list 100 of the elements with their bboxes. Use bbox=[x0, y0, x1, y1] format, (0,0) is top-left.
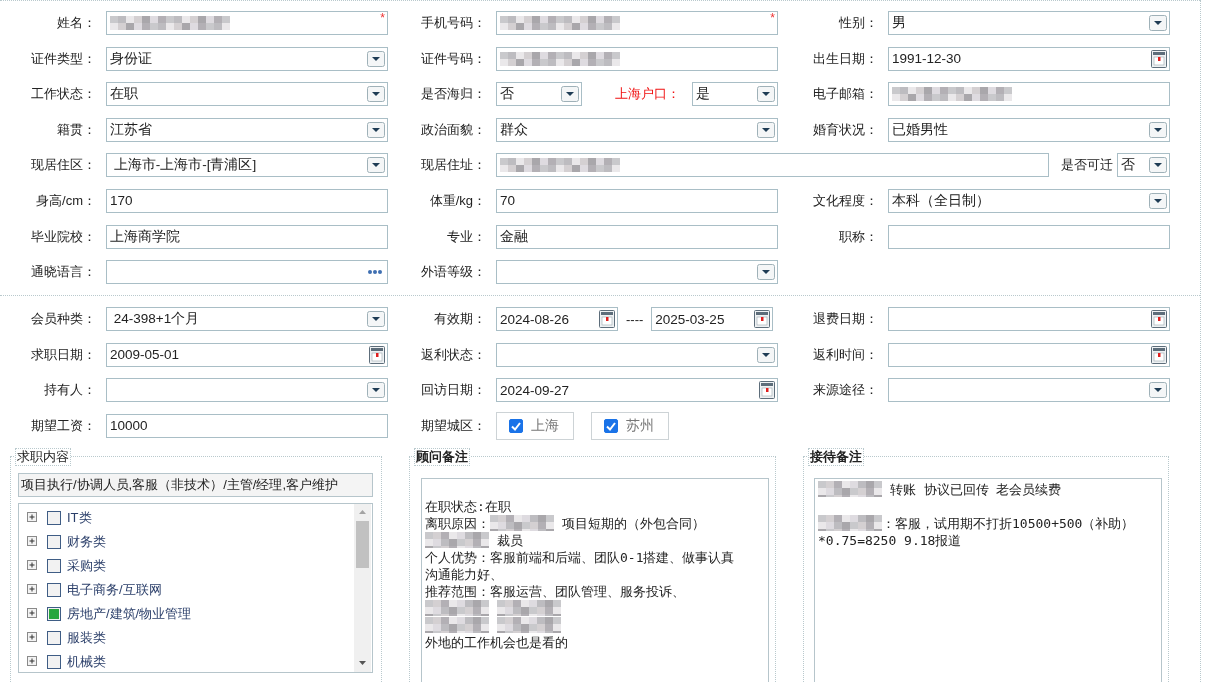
tree-item[interactable]: 财务类 bbox=[67, 532, 106, 551]
text-field[interactable]: * bbox=[496, 11, 778, 35]
panel-title: 顾问备注 bbox=[414, 447, 470, 466]
select-field[interactable]: 男 bbox=[888, 11, 1170, 35]
select-field[interactable]: 在职 bbox=[106, 82, 388, 107]
text-field[interactable] bbox=[888, 82, 1170, 107]
text-field[interactable]: 上海商学院 bbox=[106, 224, 388, 249]
field-label: 来源途径： bbox=[812, 381, 878, 400]
note-text: 沟通能力好、 bbox=[425, 565, 503, 583]
tree-checkbox[interactable] bbox=[47, 630, 61, 645]
calendar-icon bbox=[754, 310, 771, 329]
select-field[interactable] bbox=[496, 342, 778, 367]
tree-item[interactable]: 服装类 bbox=[67, 628, 106, 647]
notes-textarea[interactable]: 转账 协议已回传 老会员续费 ：客服，试用期不打折10500+500（补助） *0.75=8250 9.18报道 bbox=[814, 477, 1162, 682]
select-field[interactable]: 群众 bbox=[496, 117, 778, 142]
date-field[interactable]: 2024-09-27 bbox=[496, 378, 778, 403]
tree-item[interactable]: 电子商务/互联网 bbox=[67, 580, 162, 599]
field-label: 出生日期： bbox=[812, 49, 878, 68]
select-field[interactable] bbox=[888, 378, 1170, 403]
calendar-icon bbox=[759, 381, 775, 400]
note-text: ：客服，试用期不打折10500+500（补助） bbox=[882, 514, 1135, 532]
expand-icon[interactable] bbox=[27, 511, 39, 524]
note-text: 个人优势：客服前端和后端、团队0-1搭建、做事认真 bbox=[425, 548, 735, 566]
select-field[interactable]: 否 bbox=[496, 82, 582, 107]
field-label: 籍贯： bbox=[56, 120, 96, 139]
expand-icon[interactable] bbox=[27, 535, 39, 548]
tree-checkbox[interactable] bbox=[47, 510, 61, 525]
text-field[interactable] bbox=[888, 224, 1170, 249]
field-label: 工作状态： bbox=[30, 85, 96, 104]
date-field[interactable]: 1991-12-30 bbox=[888, 46, 1170, 71]
field-label: 专业： bbox=[446, 227, 486, 246]
field-label: 文化程度： bbox=[812, 191, 878, 210]
select-field[interactable]: 是 bbox=[692, 82, 778, 107]
panel-title: 求职内容 bbox=[15, 447, 71, 466]
city-checkbox[interactable]: 苏州 bbox=[591, 411, 669, 440]
select-field[interactable]: 已婚男性 bbox=[888, 117, 1170, 142]
tree-checkbox[interactable] bbox=[47, 582, 61, 597]
select-field[interactable]: 本科（全日制） bbox=[888, 188, 1170, 213]
required-mark: * bbox=[770, 12, 775, 24]
expand-icon[interactable] bbox=[27, 583, 39, 596]
text-field[interactable]: 170 bbox=[106, 188, 388, 213]
tree-checkbox[interactable] bbox=[47, 654, 61, 669]
tree-item[interactable]: 房地产/建筑/物业管理 bbox=[67, 604, 192, 623]
tree-item[interactable]: IT类 bbox=[67, 508, 92, 527]
field-label: 求职日期： bbox=[30, 345, 96, 364]
field-label: 会员种类： bbox=[30, 310, 96, 329]
note-text: 裁员 bbox=[495, 531, 523, 549]
field-label: 性别： bbox=[838, 14, 878, 32]
field-label: 电子邮箱： bbox=[812, 85, 878, 104]
calendar-icon bbox=[1151, 310, 1167, 329]
date-field[interactable]: 2025-03-25 bbox=[651, 307, 774, 332]
field-label: 政治面貌： bbox=[420, 120, 486, 139]
select-field[interactable]: 江苏省 bbox=[106, 117, 388, 142]
date-field[interactable] bbox=[888, 307, 1170, 332]
field-label: 毕业院校： bbox=[30, 227, 96, 246]
note-text: 项目短期的（外包合同） bbox=[560, 514, 705, 532]
select-field[interactable]: 否 bbox=[1117, 153, 1170, 178]
expand-icon[interactable] bbox=[27, 607, 39, 620]
note-text: 外地的工作机会也是看的 bbox=[425, 633, 568, 651]
notes-textarea[interactable]: 在职状态:在职 离职原因： 项目短期的（外包合同） 裁员 个人优势：客服前端和后端、团队0-1搭建、做事认真 沟通能力好、 推荐范围：客服运营、团队管理、服务投诉、 外地的工作机会也是看的 bbox=[421, 477, 769, 682]
text-field[interactable]: 10000 bbox=[106, 413, 388, 438]
tree-item[interactable]: 机械类 bbox=[67, 652, 106, 671]
range-separator: ---- bbox=[626, 311, 644, 327]
calendar-icon bbox=[599, 310, 615, 329]
field-label: 有效期： bbox=[433, 310, 486, 329]
field-label: 体重/kg： bbox=[428, 191, 486, 210]
field-label: 证件类型： bbox=[30, 49, 96, 68]
field-label: 身高/cm： bbox=[35, 191, 96, 210]
city-checkbox[interactable]: 上海 bbox=[496, 411, 574, 440]
expand-icon[interactable] bbox=[27, 655, 39, 668]
selected-jobs-field: 项目执行/协调人员,客服（非技术）/主管/经理,客户维护 bbox=[18, 472, 373, 497]
date-field[interactable]: 2024-08-26 bbox=[496, 307, 618, 332]
text-field[interactable]: 金融 bbox=[496, 224, 778, 249]
tree-item[interactable]: 采购类 bbox=[67, 556, 106, 575]
field-label: 期望城区： bbox=[420, 416, 486, 435]
note-text: 离职原因： bbox=[425, 514, 490, 532]
select-field[interactable]: 24-398+1个月 bbox=[106, 307, 388, 332]
panel-title: 接待备注 bbox=[808, 447, 864, 466]
text-field[interactable]: 70 bbox=[496, 188, 778, 213]
text-field[interactable]: * bbox=[106, 11, 388, 35]
date-field[interactable]: 2009-05-01 bbox=[106, 342, 388, 367]
field-label: 是否可迁 bbox=[1060, 156, 1114, 175]
field-label: 持有人： bbox=[43, 381, 96, 400]
text-field[interactable] bbox=[496, 153, 1049, 178]
calendar-icon bbox=[1151, 49, 1167, 68]
tree-checkbox[interactable] bbox=[47, 558, 61, 573]
picker-field[interactable] bbox=[106, 260, 388, 285]
select-field[interactable] bbox=[106, 378, 388, 403]
tree-checkbox[interactable] bbox=[47, 606, 61, 621]
date-field[interactable] bbox=[888, 342, 1170, 367]
select-field[interactable]: 上海市-上海市-[青浦区] bbox=[106, 153, 388, 178]
text-field[interactable] bbox=[496, 46, 778, 71]
field-label: 通晓语言： bbox=[30, 263, 96, 282]
select-field[interactable] bbox=[496, 260, 778, 285]
field-label: 回访日期： bbox=[420, 381, 486, 400]
select-field[interactable]: 身份证 bbox=[106, 46, 388, 71]
expand-icon[interactable] bbox=[27, 559, 39, 572]
expand-icon[interactable] bbox=[27, 631, 39, 644]
field-label: 现居住址： bbox=[420, 156, 486, 175]
tree-checkbox[interactable] bbox=[47, 534, 61, 549]
